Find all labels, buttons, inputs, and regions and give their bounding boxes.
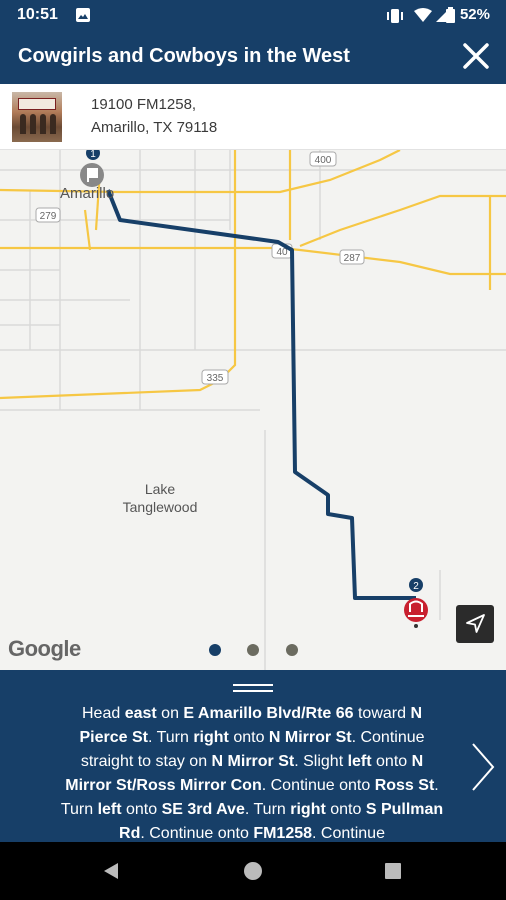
my-location-button[interactable] [456,605,494,643]
end-marker[interactable]: 2 [404,578,428,628]
highway-label: 335 [207,373,224,384]
directions-text: Head east on E Amarillo Blvd/Rte 66 towa… [60,705,444,842]
address-line-2: Amarillo, TX 79118 [91,119,218,136]
address-line-1: 19100 FM1258, [91,96,197,113]
close-icon[interactable] [462,42,490,70]
route-line [106,189,416,600]
destination-thumbnail [12,92,62,142]
highway-label: 400 [315,155,332,166]
chevron-right-icon[interactable] [470,742,496,792]
home-circle-icon[interactable] [242,860,264,882]
system-nav-bar [0,842,506,900]
wifi-icon [414,8,432,22]
image-notification-icon [76,8,90,22]
back-triangle-icon[interactable] [102,862,120,880]
page-title: Cowgirls and Cowboys in the West [18,45,350,67]
page-dot[interactable] [247,644,259,656]
highway-label: 279 [40,211,57,222]
battery-percent: 52% [459,6,490,23]
recents-square-icon[interactable] [384,862,402,880]
navigation-arrow-icon [466,614,485,633]
svg-text:1: 1 [90,150,96,160]
battery-icon [446,7,455,23]
page-indicator [0,644,506,656]
destination-address-bar[interactable]: 19100 FM1258, Amarillo, TX 79118 [0,84,506,150]
status-time: 10:51 [17,6,58,23]
page-dot[interactable] [286,644,298,656]
highway-label: 287 [344,253,361,264]
svg-text:2: 2 [413,581,419,592]
lake-label: Lake Tanglewood [122,481,198,515]
vibrate-icon [387,9,403,23]
route-map[interactable]: 279 400 40 287 335 1 2 Amarillo Lake Tan… [0,150,506,670]
drag-handle[interactable] [233,684,273,694]
city-label: Amarillo [60,185,115,202]
app-header: Cowgirls and Cowboys in the West [0,30,506,84]
directions-panel[interactable]: Head east on E Amarillo Blvd/Rte 66 towa… [0,670,506,842]
map-roads: 279 400 40 287 335 1 2 [0,150,506,670]
page-dot-active[interactable] [209,644,221,656]
start-marker[interactable]: 1 [80,150,104,187]
status-bar: 10:51 52% [0,0,506,30]
